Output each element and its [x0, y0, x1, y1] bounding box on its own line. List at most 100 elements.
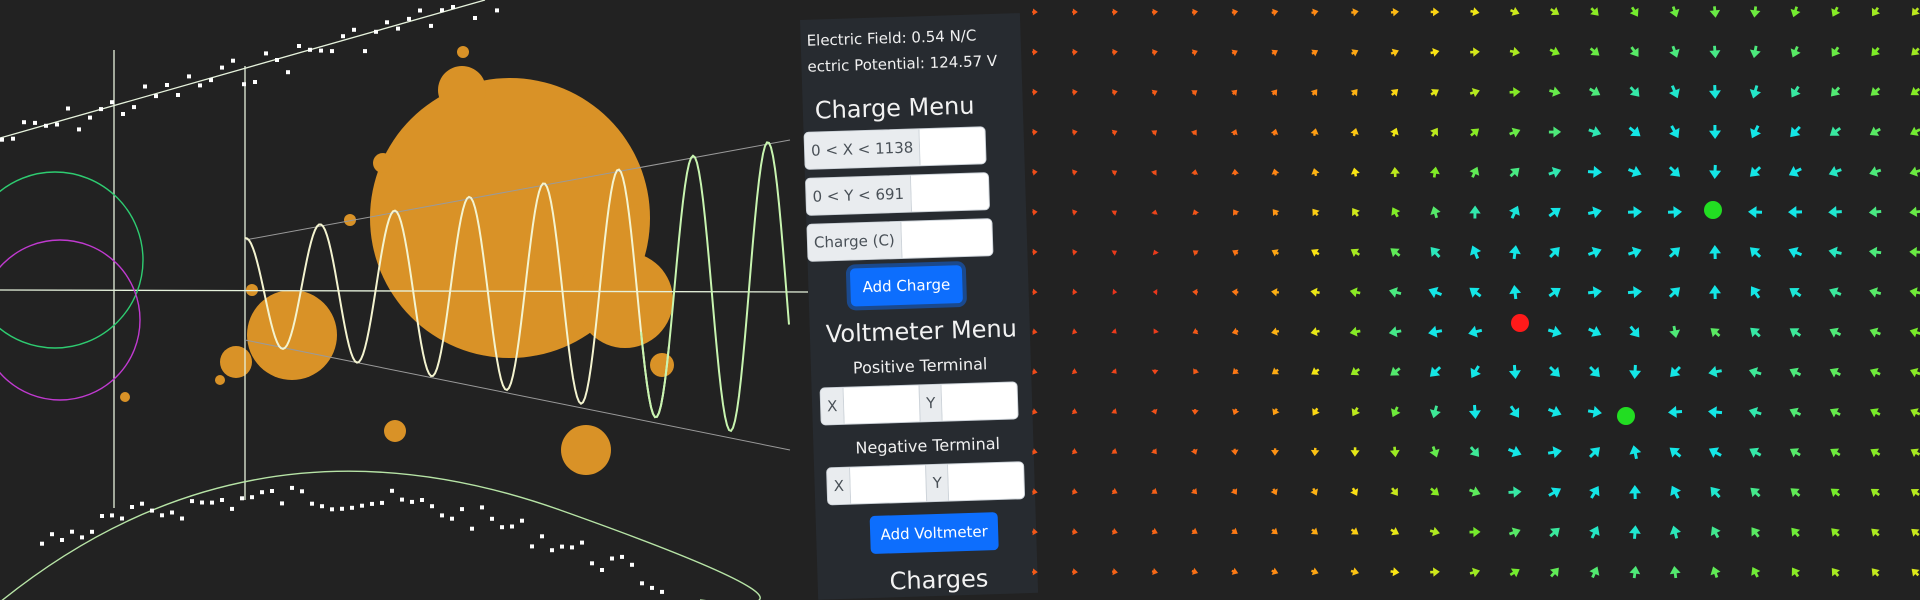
- field-arrow: [1032, 248, 1038, 256]
- field-arrow: [1589, 46, 1600, 56]
- field-arrow: [1351, 407, 1360, 417]
- negative-charge[interactable]: [1704, 201, 1722, 219]
- field-arrow: [1871, 6, 1880, 17]
- field-arrow: [1548, 287, 1561, 298]
- positive-charge[interactable]: [1511, 314, 1529, 332]
- electric-field-readout: Electric Field: 0.54 N/C: [806, 26, 977, 50]
- field-arrow: [1629, 6, 1639, 17]
- scatter-dot: [440, 513, 444, 518]
- field-arrow: [1751, 567, 1761, 578]
- scatter-dot: [275, 58, 279, 62]
- positive-x-input[interactable]: [843, 385, 920, 424]
- field-arrow: [1350, 487, 1359, 496]
- field-arrow: [1709, 285, 1721, 300]
- field-arrow: [1549, 527, 1560, 538]
- field-arrow: [1071, 408, 1078, 415]
- field-arrow: [1831, 528, 1840, 537]
- field-arrow: [1669, 447, 1682, 458]
- field-arrow: [1430, 487, 1440, 496]
- field-arrow: [1509, 568, 1520, 578]
- scatter-dot: [121, 112, 125, 116]
- field-arrow: [1271, 448, 1279, 456]
- scatter-dot: [99, 107, 103, 112]
- scatter-dot: [270, 489, 274, 493]
- scatter-dot: [340, 506, 344, 511]
- field-arrow: [1748, 367, 1762, 378]
- charge-value-input[interactable]: [901, 219, 993, 258]
- field-arrow: [1151, 169, 1157, 176]
- field-arrow: [1629, 46, 1639, 57]
- scatter-dot: [650, 585, 654, 590]
- scatter-dot: [660, 589, 664, 594]
- field-arrow: [1231, 288, 1239, 296]
- add-charge-button[interactable]: Add Charge: [849, 265, 963, 307]
- field-arrow: [1708, 447, 1722, 458]
- scatter-dot: [380, 500, 384, 505]
- scatter-dot: [490, 516, 494, 521]
- field-arrow: [1390, 527, 1400, 536]
- field-arrow: [1547, 405, 1562, 417]
- scatter-dot: [33, 120, 37, 125]
- field-arrow: [1111, 328, 1117, 334]
- negative-charge[interactable]: [1617, 407, 1635, 425]
- scatter-dot: [297, 44, 301, 48]
- field-arrow: [1669, 566, 1681, 579]
- field-arrow: [1589, 365, 1600, 377]
- field-arrow: [1789, 367, 1802, 378]
- field-arrow: [1390, 248, 1401, 258]
- field-arrow: [1710, 328, 1721, 338]
- field-arrow: [1830, 86, 1841, 97]
- field-arrow: [1271, 527, 1278, 535]
- scatter-dot: [44, 123, 48, 128]
- scatter-dot: [418, 8, 422, 13]
- scatter-dot: [132, 105, 136, 110]
- field-arrow: [1350, 248, 1361, 257]
- add-voltmeter-button[interactable]: Add Voltmeter: [869, 512, 999, 555]
- field-arrow: [1589, 566, 1600, 579]
- field-arrow: [1231, 89, 1238, 96]
- charge-y-input[interactable]: [910, 173, 990, 212]
- field-arrow: [1628, 126, 1641, 137]
- field-arrow: [1869, 368, 1881, 378]
- field-arrow: [1111, 528, 1118, 535]
- field-arrow: [1311, 367, 1320, 375]
- scatter-dot: [0, 137, 4, 142]
- field-arrow: [1072, 48, 1078, 56]
- field-arrow: [1629, 565, 1641, 579]
- electric-field-canvas[interactable]: [1020, 0, 1920, 600]
- positive-y-input[interactable]: [941, 382, 1018, 421]
- circle-traces: [0, 171, 144, 401]
- field-arrow: [1750, 327, 1761, 338]
- field-arrow: [1032, 328, 1038, 335]
- field-arrow: [1831, 46, 1841, 57]
- field-arrow: [1032, 8, 1038, 16]
- field-arrow: [1429, 166, 1440, 178]
- field-arrow: [1791, 527, 1800, 538]
- scatter-dot: [550, 548, 554, 553]
- field-arrow: [1549, 86, 1561, 97]
- field-arrow: [1111, 250, 1117, 256]
- scatter-dot: [407, 16, 411, 21]
- field-arrow: [1390, 487, 1398, 496]
- field-arrow: [1390, 127, 1399, 137]
- scatter-dot: [429, 23, 433, 28]
- field-arrow: [1271, 567, 1279, 575]
- charge-x-input[interactable]: [919, 127, 986, 166]
- scatter-dot: [130, 505, 134, 509]
- negative-terminal-label: Negative Terminal: [855, 433, 1001, 458]
- field-arrow: [1709, 45, 1721, 59]
- field-arrow: [1032, 368, 1038, 375]
- negative-y-input[interactable]: [948, 462, 1025, 501]
- field-arrow: [1350, 128, 1359, 137]
- voltmeter-menu-title: Voltmeter Menu: [825, 314, 1018, 349]
- field-arrow: [1829, 126, 1842, 136]
- field-arrow: [1668, 287, 1681, 298]
- negative-x-input[interactable]: [850, 465, 927, 504]
- scatter-dot: [264, 51, 268, 56]
- scatter-dot: [530, 544, 534, 549]
- field-arrow: [1151, 209, 1158, 215]
- field-arrow: [1111, 129, 1118, 136]
- field-arrow: [1430, 206, 1441, 219]
- scatter-dot: [495, 8, 499, 13]
- field-arrow: [1588, 86, 1601, 96]
